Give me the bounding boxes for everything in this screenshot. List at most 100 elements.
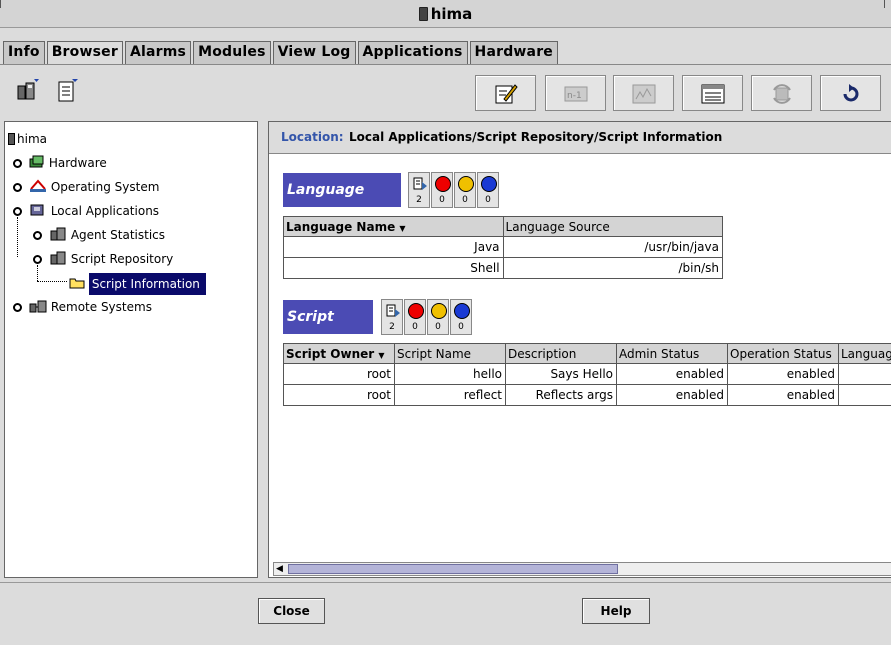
script-info-status: 0 <box>450 299 472 335</box>
table-row[interactable]: root reflect Reflects args enabled enabl… <box>283 384 891 406</box>
horizontal-scrollbar[interactable]: ◀ <box>273 562 891 576</box>
table-row[interactable]: root hello Says Hello enabled enabled <box>283 363 891 385</box>
tree-item-agent-statistics[interactable]: Agent Statistics <box>49 226 165 244</box>
lang-info-status: 0 <box>477 172 499 208</box>
tab-modules[interactable]: Modules <box>193 41 271 64</box>
tree-connector <box>17 217 18 257</box>
col-language-name[interactable]: Language Name ▼ <box>283 216 504 237</box>
lang-row-count-status: 2 <box>408 172 430 208</box>
host-icon <box>8 133 15 145</box>
tab-bar: Info Browser Alarms Modules View Log App… <box>3 41 560 65</box>
graph-button[interactable] <box>613 75 674 111</box>
object-tree[interactable]: hima Hardware Operating System Local App… <box>4 121 258 578</box>
edit-icon <box>495 84 518 104</box>
footer-divider <box>0 582 891 583</box>
script-critical-status: 0 <box>404 299 426 335</box>
tab-info[interactable]: Info <box>3 41 45 64</box>
sort-desc-icon: ▼ <box>378 350 385 360</box>
location-bar: Location: Local Applications/Script Repo… <box>269 122 891 154</box>
tree-item-hardware[interactable]: Hardware <box>29 154 107 172</box>
tab-alarms[interactable]: Alarms <box>124 41 192 64</box>
col-admin-status[interactable]: Admin Status <box>616 343 728 364</box>
tree-item-remote-systems[interactable]: Remote Systems <box>29 298 152 316</box>
row-count-icon <box>413 177 427 190</box>
table-row[interactable]: Java /usr/bin/java <box>283 236 724 258</box>
refresh-icon <box>773 84 791 104</box>
col-description[interactable]: Description <box>505 343 617 364</box>
tab-view-log[interactable]: View Log <box>272 41 356 64</box>
critical-icon <box>408 303 424 319</box>
svg-text:n-1: n-1 <box>567 91 582 101</box>
tree-root-hima[interactable]: hima <box>8 130 47 148</box>
language-table-title: Language Table <box>283 173 401 232</box>
reload-button[interactable] <box>820 75 881 111</box>
refresh-button[interactable] <box>751 75 812 111</box>
local-applications-icon <box>30 204 44 216</box>
tab-hardware[interactable]: Hardware <box>469 41 559 64</box>
scrollbar-thumb[interactable] <box>288 564 618 574</box>
table-header-row: Script Owner ▼ Script Name Description A… <box>283 343 891 364</box>
script-row-count-status: 2 <box>381 299 403 335</box>
tree-item-local-applications[interactable]: Local Applications <box>29 202 159 220</box>
row-count-icon <box>386 304 400 317</box>
title-bar: hima <box>0 0 891 28</box>
hardware-icon <box>29 155 44 168</box>
collapse-script-repo-icon[interactable] <box>33 255 42 264</box>
location-label: Location: <box>281 130 344 144</box>
tree-connector <box>37 281 67 282</box>
critical-icon <box>435 176 451 192</box>
n-plus-one-icon: n-1 <box>564 86 588 102</box>
operating-system-icon <box>30 179 46 192</box>
expand-hardware-icon[interactable] <box>13 159 22 168</box>
script-repository-icon <box>50 251 66 265</box>
language-table: Language Name ▼ Language Source Java /us… <box>283 216 724 279</box>
location-path: Local Applications/Script Repository/Scr… <box>349 130 723 144</box>
table-row[interactable]: Shell /bin/sh <box>283 257 724 279</box>
expand-remote-systems-icon[interactable] <box>13 303 22 312</box>
remote-systems-icon <box>29 300 47 313</box>
content-panel: Location: Local Applications/Script Repo… <box>268 121 891 578</box>
table-icon <box>701 84 725 104</box>
collapse-local-apps-icon[interactable] <box>13 207 22 216</box>
col-script-name[interactable]: Script Name <box>394 343 506 364</box>
folder-icon <box>69 278 85 289</box>
info-icon <box>454 303 470 319</box>
edit-button[interactable] <box>475 75 536 111</box>
tree-item-script-repository[interactable]: Script Repository <box>49 250 173 268</box>
script-table-title: Script Table <box>283 300 373 359</box>
tree-connector <box>37 265 38 281</box>
script-warning-status: 0 <box>427 299 449 335</box>
tree-item-operating-system[interactable]: Operating System <box>29 178 159 196</box>
scroll-left-icon[interactable]: ◀ <box>276 564 283 574</box>
tree-item-script-information[interactable]: Script Information <box>69 273 206 295</box>
expand-os-icon[interactable] <box>13 183 22 192</box>
tab-divider <box>0 64 891 65</box>
window-title: hima <box>0 5 891 23</box>
script-table: Script Owner ▼ Script Name Description A… <box>283 343 891 406</box>
col-language-source[interactable]: Language Source <box>502 216 724 237</box>
system-icon <box>418 7 428 21</box>
help-button[interactable]: Help <box>582 598 650 624</box>
sort-desc-icon: ▼ <box>399 223 406 233</box>
lang-warning-status: 0 <box>454 172 476 208</box>
table-view-button[interactable] <box>682 75 743 111</box>
tab-browser[interactable]: Browser <box>46 41 123 65</box>
reload-icon <box>843 84 859 102</box>
tab-applications[interactable]: Applications <box>357 41 468 64</box>
next-n-button[interactable]: n-1 <box>545 75 606 111</box>
tree-view-icon[interactable] <box>16 78 40 105</box>
col-script-owner[interactable]: Script Owner ▼ <box>283 343 395 364</box>
warning-icon <box>458 176 474 192</box>
info-icon <box>481 176 497 192</box>
lang-critical-status: 0 <box>431 172 453 208</box>
close-button[interactable]: Close <box>258 598 325 624</box>
col-language[interactable]: Language <box>838 343 891 364</box>
graph-icon <box>632 84 656 104</box>
warning-icon <box>431 303 447 319</box>
window-title-text: hima <box>430 5 473 23</box>
details-view-icon[interactable] <box>56 78 80 107</box>
expand-agent-stats-icon[interactable] <box>33 231 42 240</box>
table-header-row: Language Name ▼ Language Source <box>283 216 724 237</box>
col-operation-status[interactable]: Operation Status <box>727 343 839 364</box>
agent-statistics-icon <box>50 227 66 241</box>
